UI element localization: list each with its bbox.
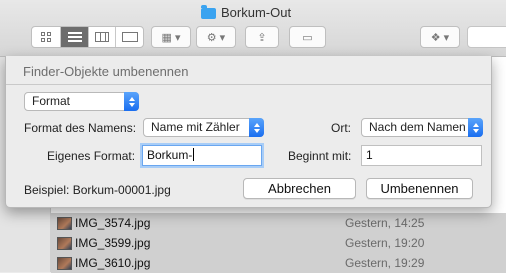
list-view-button[interactable]: [61, 27, 89, 47]
file-date: Gestern, 19:29: [345, 256, 425, 270]
columns-icon: [95, 32, 109, 42]
file-date: Gestern, 19:20: [345, 236, 425, 250]
rename-button[interactable]: Umbenennen: [366, 178, 473, 199]
rename-mode-value: Format: [32, 94, 71, 108]
example-text: Beispiel: Borkum-00001.jpg: [24, 183, 171, 197]
custom-format-value: Borkum-: [147, 148, 193, 162]
file-date: Gestern, 14:25: [345, 216, 425, 230]
location-label: Ort:: [331, 121, 351, 135]
file-name: IMG_3610.jpg: [75, 256, 151, 270]
window-titlebar: Borkum-Out ▦ ▾ ⚙ ▾ ⇪ ▭ ❖ ▾: [0, 0, 506, 57]
file-row[interactable]: IMG_3610.jpg Gestern, 19:29: [51, 253, 506, 273]
tag-icon: ▭: [302, 31, 313, 44]
column-view-button[interactable]: [89, 27, 116, 47]
file-name: IMG_3599.jpg: [75, 236, 151, 250]
popup-arrows-icon: [468, 118, 483, 137]
window-title-group: Borkum-Out: [201, 4, 291, 20]
start-at-field[interactable]: 1: [361, 145, 482, 166]
start-at-label: Beginnt mit:: [288, 149, 352, 163]
folder-icon: [201, 4, 216, 19]
file-row[interactable]: IMG_3574.jpg Gestern, 14:25: [51, 213, 506, 233]
share-icon: ⇪: [257, 31, 267, 44]
start-at-value: 1: [366, 148, 373, 162]
image-thumbnail-icon: [57, 257, 72, 270]
location-value: Nach dem Namen: [369, 120, 466, 134]
window-title: Borkum-Out: [221, 4, 292, 20]
cover-flow-view-button[interactable]: [116, 27, 143, 47]
image-thumbnail-icon: [57, 217, 72, 230]
view-mode-segmented-control: [31, 26, 144, 48]
tags-button[interactable]: ▭: [289, 26, 326, 48]
file-name: IMG_3574.jpg: [75, 216, 151, 230]
rename-mode-popup[interactable]: Format: [24, 92, 139, 111]
file-row[interactable]: IMG_3599.jpg Gestern, 19:20: [51, 233, 506, 253]
popup-arrows-icon: [249, 118, 264, 137]
dropbox-icon: ❖ ▾: [430, 31, 450, 44]
cover-flow-icon: [121, 32, 138, 42]
list-icon: [67, 32, 82, 42]
rename-dialog: Finder-Objekte umbenennen Format Format …: [5, 56, 492, 208]
arrange-icon: ▦ ▾: [161, 31, 181, 44]
arrange-button[interactable]: ▦ ▾: [151, 26, 191, 48]
gear-icon: ⚙ ▾: [206, 31, 226, 44]
cancel-button[interactable]: Abbrechen: [243, 178, 356, 199]
popup-arrows-icon: [124, 92, 139, 111]
name-format-popup[interactable]: Name mit Zähler: [143, 118, 264, 137]
search-field[interactable]: [467, 26, 506, 48]
dropbox-button[interactable]: ❖ ▾: [420, 26, 460, 48]
share-button[interactable]: ⇪: [245, 26, 279, 48]
custom-format-label: Eigenes Format:: [47, 149, 136, 163]
image-thumbnail-icon: [57, 237, 72, 250]
icon-view-button[interactable]: [32, 27, 61, 47]
name-format-value: Name mit Zähler: [151, 120, 240, 134]
dialog-title: Finder-Objekte umbenennen: [23, 64, 189, 79]
location-popup[interactable]: Nach dem Namen: [361, 118, 483, 137]
dialog-divider: [6, 84, 491, 85]
action-button[interactable]: ⚙ ▾: [196, 26, 236, 48]
text-caret: [193, 148, 195, 161]
name-format-label: Format des Namens:: [24, 121, 137, 135]
grid-icon: [41, 32, 51, 42]
custom-format-field[interactable]: Borkum-: [142, 145, 262, 166]
